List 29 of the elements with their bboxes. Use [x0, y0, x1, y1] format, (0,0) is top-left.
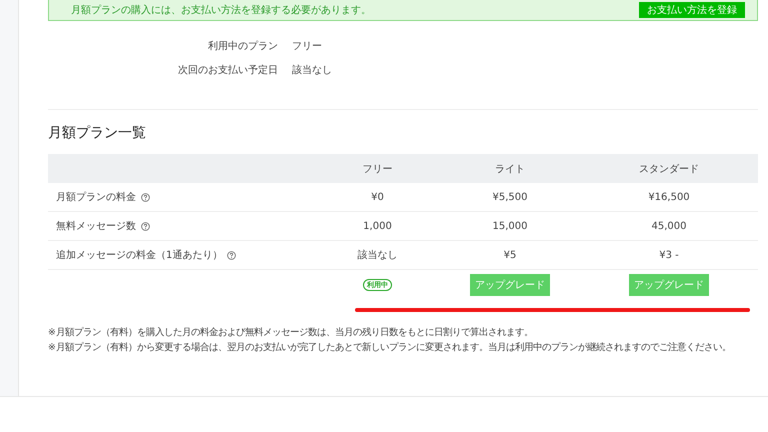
table-cell: ¥5,500: [440, 183, 580, 212]
notice-text: 月額プランの購入には、お支払い方法を登録する必要があります。: [71, 4, 371, 17]
table-cell: ¥0: [315, 183, 440, 212]
upgrade-button[interactable]: アップグレード: [629, 274, 709, 296]
help-icon[interactable]: [141, 222, 150, 230]
table-cell: 15,000: [440, 212, 580, 241]
help-icon[interactable]: [227, 250, 236, 260]
table-cell: ¥5: [440, 241, 580, 270]
footnote: ※月額プラン（有料）を購入した月の料金および無料メッセージ数は、当月の残り日数をもとに日割りで算出されます。: [48, 326, 534, 339]
register-payment-button[interactable]: お支払い方法を登録: [639, 2, 745, 18]
help-icon[interactable]: [141, 192, 150, 202]
table-cell: 45,000: [580, 212, 758, 241]
table-cell: 該当なし: [315, 241, 440, 270]
row-label-text: 月額プランの料金: [56, 190, 136, 204]
upgrade-button[interactable]: アップグレード: [470, 274, 550, 296]
row-label-text: 無料メッセージ数: [56, 220, 136, 233]
info-value: 該当なし: [292, 64, 333, 77]
column-header: ライト: [440, 154, 580, 183]
row-label-text: 追加メッセージの料金（1通あたり）: [56, 248, 222, 262]
info-label: 次回のお支払い予定日: [178, 64, 278, 77]
info-label: 利用中のプラン: [208, 40, 278, 53]
footnote: ※月額プラン（有料）から変更する場合は、翌月のお支払いが完了したあとで新しいプランに変更されます。当月は利用中のプランが継続されますのでご注意ください。: [48, 341, 732, 354]
column-header: スタンダード: [580, 154, 758, 183]
table-cell: ¥3 -: [580, 241, 758, 270]
section-title: 月額プラン一覧: [48, 124, 147, 142]
table-cell: ¥16,500: [580, 183, 758, 212]
table-cell: 1,000: [315, 212, 440, 241]
column-header: フリー: [315, 154, 440, 183]
info-value: フリー: [292, 40, 323, 53]
